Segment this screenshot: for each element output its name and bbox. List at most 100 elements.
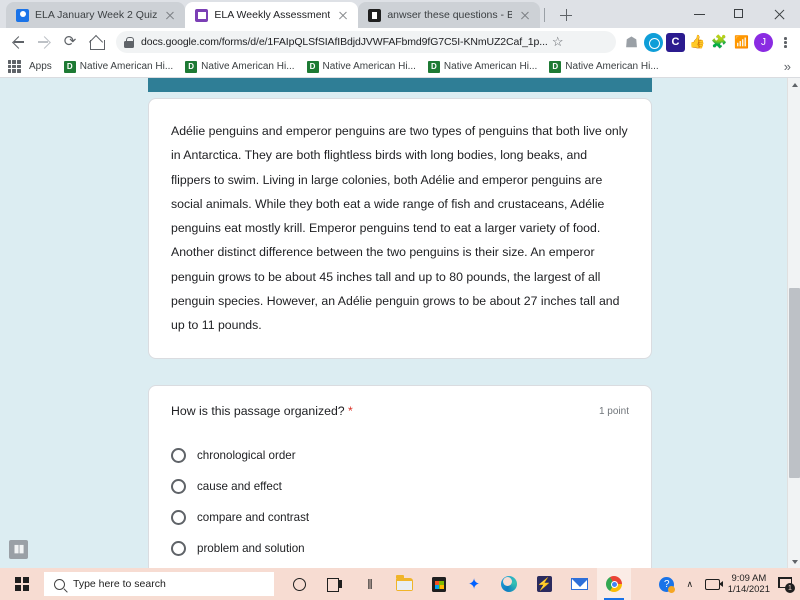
- dropbox-icon[interactable]: ✦: [457, 568, 491, 600]
- reload-icon[interactable]: ⟳: [58, 30, 82, 54]
- passage-card: Adélie penguins and emperor penguins are…: [148, 98, 652, 359]
- scroll-down-arrow-icon[interactable]: [788, 555, 800, 568]
- option-label: problem and solution: [197, 541, 305, 555]
- tab-close-icon[interactable]: [163, 8, 177, 22]
- tab-close-icon[interactable]: [336, 8, 350, 22]
- radio-button-icon[interactable]: [171, 509, 186, 525]
- kebab-menu-icon[interactable]: [776, 32, 794, 52]
- apps-grid-icon[interactable]: [6, 59, 22, 75]
- cortana-icon[interactable]: [282, 568, 316, 600]
- question-points: 1 point: [598, 405, 629, 417]
- browser-toolbar: ⟳ docs.google.com/forms/d/e/1FAIpQLSfSIA…: [0, 28, 800, 56]
- profile-avatar[interactable]: J: [754, 32, 773, 52]
- section-title: Text Structure: [164, 78, 244, 81]
- file-explorer-icon[interactable]: [387, 568, 421, 600]
- required-asterisk: *: [348, 403, 353, 418]
- notification-count: 1: [785, 583, 795, 593]
- bookmark-item[interactable]: D Native American Hi...: [59, 60, 178, 73]
- bookmark-item[interactable]: D Native American Hi...: [302, 60, 421, 73]
- scroll-up-arrow-icon[interactable]: [788, 78, 800, 91]
- extensions-area: ☗ C 👍 🧩 📶 J: [622, 32, 794, 52]
- radio-button-icon[interactable]: [171, 478, 186, 494]
- option-label: chronological order: [197, 448, 296, 462]
- browser-tab-2[interactable]: ELA Weekly Assessment: [185, 2, 359, 28]
- browser-window: ELA January Week 2 Quiz ELA Weekly Asses…: [0, 0, 800, 568]
- option-row[interactable]: cause and effect: [171, 471, 629, 502]
- docs-icon: D: [306, 60, 319, 73]
- section-header-band: Text Structure: [148, 78, 652, 92]
- option-row[interactable]: chronological order: [171, 440, 629, 471]
- search-placeholder: Type here to search: [73, 578, 166, 590]
- option-row[interactable]: compare and contrast: [171, 502, 629, 533]
- task-view-icon[interactable]: [317, 568, 351, 600]
- clock-time: 9:09 AM: [731, 573, 767, 584]
- bookmark-star-icon[interactable]: ☆: [548, 32, 568, 52]
- search-icon: [54, 578, 65, 590]
- bookmark-item[interactable]: D Native American Hi...: [423, 60, 542, 73]
- docs-icon: D: [185, 60, 198, 73]
- puzzle-extension-icon[interactable]: 🧩: [710, 33, 729, 52]
- windows-taskbar: Type here to search ‖ ✦ ⚡ ? ∧ 9:09 AM 1/…: [0, 568, 800, 600]
- docs-icon: D: [427, 60, 440, 73]
- question-text: How is this passage organized?: [171, 403, 345, 418]
- question-header: How is this passage organized? * 1 point: [171, 404, 629, 418]
- windows-start-icon[interactable]: [0, 568, 44, 600]
- tab-title: ELA January Week 2 Quiz: [35, 9, 158, 21]
- option-label: compare and contrast: [197, 510, 310, 524]
- help-icon[interactable]: ?: [659, 576, 676, 593]
- taskbar-search-input[interactable]: Type here to search: [44, 572, 274, 596]
- option-label: cause and effect: [197, 479, 282, 493]
- tab-title: anwser these questions - Brainly: [387, 9, 513, 21]
- bookmark-item[interactable]: D Native American Hi...: [180, 60, 299, 73]
- contact-card-icon: [16, 8, 29, 22]
- feedback-icon[interactable]: ▮▮: [9, 540, 28, 559]
- page-scrollbar[interactable]: [787, 78, 800, 568]
- bookmark-label: Native American Hi...: [565, 61, 659, 72]
- minimize-button[interactable]: [680, 0, 720, 28]
- maximize-button[interactable]: [720, 0, 760, 28]
- url-text: docs.google.com/forms/d/e/1FAIpQLSfSIAfI…: [141, 36, 548, 48]
- forward-arrow-icon[interactable]: [32, 30, 56, 54]
- tab-title: ELA Weekly Assessment: [214, 9, 331, 21]
- radio-button-icon[interactable]: [171, 540, 186, 556]
- google-chrome-icon[interactable]: [597, 568, 631, 600]
- microsoft-edge-icon[interactable]: [492, 568, 526, 600]
- back-arrow-icon[interactable]: [6, 30, 30, 54]
- browser-tab-1[interactable]: ELA January Week 2 Quiz: [6, 2, 186, 28]
- tab-separator: [544, 8, 546, 22]
- new-tab-button[interactable]: [555, 4, 577, 26]
- microsoft-store-icon[interactable]: [422, 568, 456, 600]
- brainly-icon: [368, 8, 382, 22]
- bookmarks-overflow-icon[interactable]: »: [784, 59, 794, 74]
- taskbar-clock[interactable]: 9:09 AM 1/14/2021: [728, 573, 770, 595]
- teal-circle-extension-icon[interactable]: [644, 32, 663, 52]
- home-icon[interactable]: [84, 30, 108, 54]
- question-card: How is this passage organized? * 1 point…: [148, 384, 652, 568]
- incognito-guest-icon[interactable]: ☗: [622, 33, 641, 52]
- c-extension-icon[interactable]: C: [666, 32, 685, 52]
- sticky-pipe-icon[interactable]: ‖: [352, 568, 386, 600]
- passage-text: Adélie penguins and emperor penguins are…: [171, 124, 628, 333]
- bookmarks-bar: Apps D Native American Hi... D Native Am…: [0, 56, 800, 78]
- google-form: Text Structure Adélie penguins and emper…: [148, 78, 652, 568]
- cast-icon[interactable]: 📶: [732, 33, 751, 52]
- option-row[interactable]: problem and solution: [171, 533, 629, 564]
- tray-overflow-caret-icon[interactable]: ∧: [682, 576, 698, 592]
- browser-tab-3[interactable]: anwser these questions - Brainly: [358, 2, 541, 28]
- flash-icon[interactable]: ⚡: [527, 568, 561, 600]
- bookmark-apps[interactable]: Apps: [24, 61, 57, 72]
- taskbar-pinned-icons: ‖ ✦ ⚡: [282, 568, 631, 600]
- radio-button-icon[interactable]: [171, 447, 186, 463]
- system-tray: ? ∧ 9:09 AM 1/14/2021 1: [659, 573, 800, 595]
- camera-icon[interactable]: [705, 576, 724, 592]
- bookmark-label: Native American Hi...: [322, 61, 416, 72]
- tab-close-icon[interactable]: [518, 8, 532, 22]
- thumbs-up-extension-icon[interactable]: 👍: [688, 33, 707, 52]
- options-list: chronological order cause and effect com…: [171, 440, 629, 564]
- scrollbar-thumb[interactable]: [789, 288, 800, 478]
- notifications-icon[interactable]: 1: [777, 576, 795, 593]
- address-bar[interactable]: docs.google.com/forms/d/e/1FAIpQLSfSIAfI…: [116, 31, 616, 53]
- bookmark-item[interactable]: D Native American Hi...: [544, 60, 663, 73]
- mail-icon[interactable]: [562, 568, 596, 600]
- close-window-button[interactable]: [760, 0, 800, 28]
